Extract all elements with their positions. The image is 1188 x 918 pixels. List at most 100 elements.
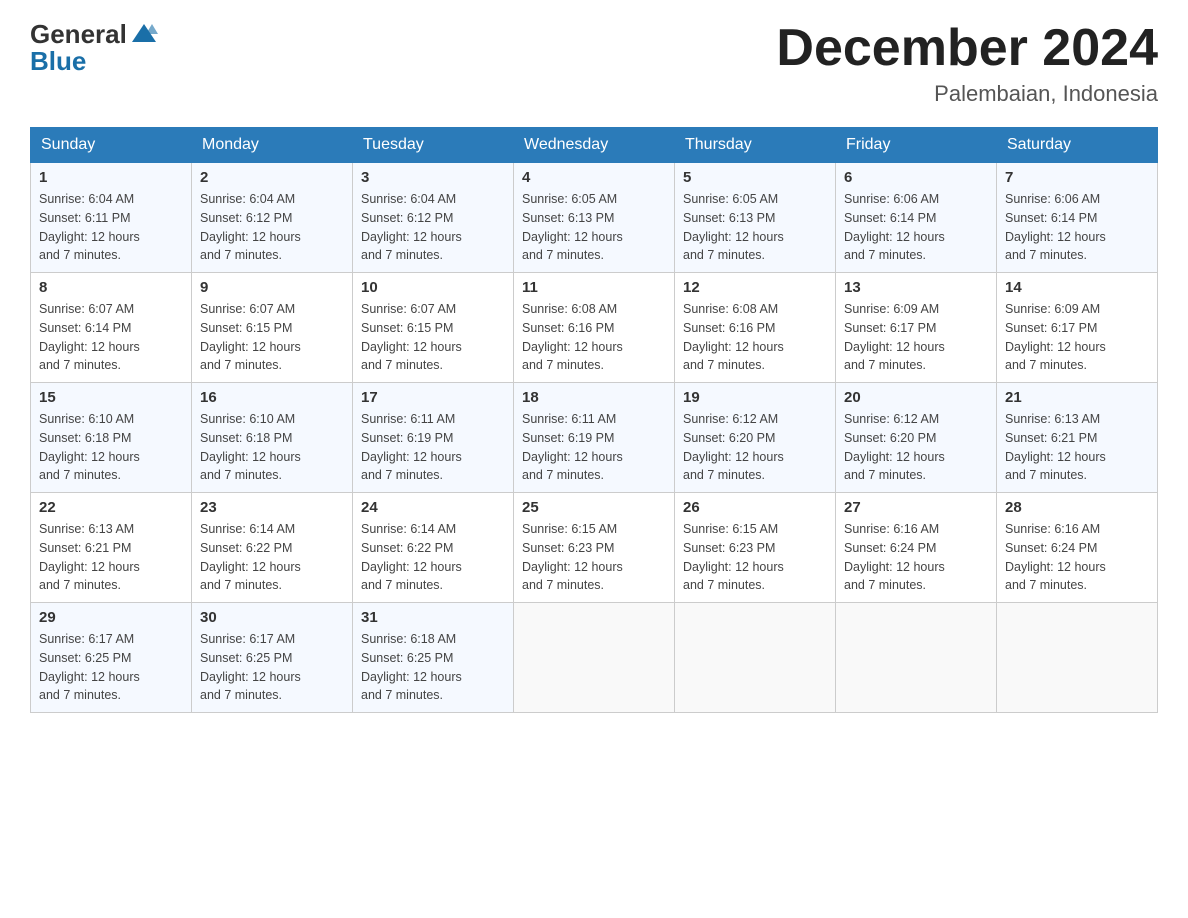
table-row: 18 Sunrise: 6:11 AMSunset: 6:19 PMDaylig… [514, 383, 675, 493]
day-info: Sunrise: 6:07 AMSunset: 6:14 PMDaylight:… [39, 302, 140, 372]
calendar-week-row: 8 Sunrise: 6:07 AMSunset: 6:14 PMDayligh… [31, 273, 1158, 383]
day-number: 14 [1005, 279, 1149, 296]
day-number: 10 [361, 279, 505, 296]
day-number: 3 [361, 169, 505, 186]
day-info: Sunrise: 6:08 AMSunset: 6:16 PMDaylight:… [683, 302, 784, 372]
day-info: Sunrise: 6:12 AMSunset: 6:20 PMDaylight:… [844, 412, 945, 482]
table-row [514, 603, 675, 713]
table-row: 23 Sunrise: 6:14 AMSunset: 6:22 PMDaylig… [192, 493, 353, 603]
day-number: 26 [683, 499, 827, 516]
page-header: General Blue December 2024 Palembaian, I… [30, 20, 1158, 107]
day-number: 15 [39, 389, 183, 406]
day-info: Sunrise: 6:04 AMSunset: 6:12 PMDaylight:… [361, 192, 462, 262]
day-info: Sunrise: 6:12 AMSunset: 6:20 PMDaylight:… [683, 412, 784, 482]
day-number: 20 [844, 389, 988, 406]
calendar-table: Sunday Monday Tuesday Wednesday Thursday… [30, 127, 1158, 713]
table-row: 25 Sunrise: 6:15 AMSunset: 6:23 PMDaylig… [514, 493, 675, 603]
day-number: 13 [844, 279, 988, 296]
day-number: 27 [844, 499, 988, 516]
day-info: Sunrise: 6:04 AMSunset: 6:12 PMDaylight:… [200, 192, 301, 262]
day-info: Sunrise: 6:11 AMSunset: 6:19 PMDaylight:… [361, 412, 462, 482]
day-number: 25 [522, 499, 666, 516]
table-row: 28 Sunrise: 6:16 AMSunset: 6:24 PMDaylig… [997, 493, 1158, 603]
table-row: 11 Sunrise: 6:08 AMSunset: 6:16 PMDaylig… [514, 273, 675, 383]
day-number: 9 [200, 279, 344, 296]
day-info: Sunrise: 6:13 AMSunset: 6:21 PMDaylight:… [1005, 412, 1106, 482]
day-info: Sunrise: 6:18 AMSunset: 6:25 PMDaylight:… [361, 632, 462, 702]
table-row: 8 Sunrise: 6:07 AMSunset: 6:14 PMDayligh… [31, 273, 192, 383]
day-number: 23 [200, 499, 344, 516]
day-info: Sunrise: 6:10 AMSunset: 6:18 PMDaylight:… [200, 412, 301, 482]
day-number: 31 [361, 609, 505, 626]
table-row: 2 Sunrise: 6:04 AMSunset: 6:12 PMDayligh… [192, 163, 353, 273]
logo-blue-text: Blue [30, 48, 86, 74]
day-info: Sunrise: 6:14 AMSunset: 6:22 PMDaylight:… [361, 522, 462, 592]
day-info: Sunrise: 6:09 AMSunset: 6:17 PMDaylight:… [1005, 302, 1106, 372]
header-sunday: Sunday [31, 128, 192, 163]
day-info: Sunrise: 6:04 AMSunset: 6:11 PMDaylight:… [39, 192, 140, 262]
day-number: 1 [39, 169, 183, 186]
day-info: Sunrise: 6:16 AMSunset: 6:24 PMDaylight:… [1005, 522, 1106, 592]
table-row: 24 Sunrise: 6:14 AMSunset: 6:22 PMDaylig… [353, 493, 514, 603]
day-number: 17 [361, 389, 505, 406]
table-row: 21 Sunrise: 6:13 AMSunset: 6:21 PMDaylig… [997, 383, 1158, 493]
day-number: 29 [39, 609, 183, 626]
day-info: Sunrise: 6:10 AMSunset: 6:18 PMDaylight:… [39, 412, 140, 482]
logo: General Blue [30, 20, 158, 74]
day-number: 22 [39, 499, 183, 516]
day-info: Sunrise: 6:06 AMSunset: 6:14 PMDaylight:… [844, 192, 945, 262]
day-number: 5 [683, 169, 827, 186]
table-row: 4 Sunrise: 6:05 AMSunset: 6:13 PMDayligh… [514, 163, 675, 273]
logo-general-text: General [30, 21, 127, 47]
table-row: 3 Sunrise: 6:04 AMSunset: 6:12 PMDayligh… [353, 163, 514, 273]
day-info: Sunrise: 6:11 AMSunset: 6:19 PMDaylight:… [522, 412, 623, 482]
day-info: Sunrise: 6:15 AMSunset: 6:23 PMDaylight:… [522, 522, 623, 592]
table-row: 15 Sunrise: 6:10 AMSunset: 6:18 PMDaylig… [31, 383, 192, 493]
table-row: 13 Sunrise: 6:09 AMSunset: 6:17 PMDaylig… [836, 273, 997, 383]
header-friday: Friday [836, 128, 997, 163]
calendar-week-row: 29 Sunrise: 6:17 AMSunset: 6:25 PMDaylig… [31, 603, 1158, 713]
table-row [836, 603, 997, 713]
table-row: 5 Sunrise: 6:05 AMSunset: 6:13 PMDayligh… [675, 163, 836, 273]
day-number: 30 [200, 609, 344, 626]
calendar-week-row: 1 Sunrise: 6:04 AMSunset: 6:11 PMDayligh… [31, 163, 1158, 273]
day-info: Sunrise: 6:17 AMSunset: 6:25 PMDaylight:… [200, 632, 301, 702]
day-number: 8 [39, 279, 183, 296]
table-row: 29 Sunrise: 6:17 AMSunset: 6:25 PMDaylig… [31, 603, 192, 713]
table-row: 9 Sunrise: 6:07 AMSunset: 6:15 PMDayligh… [192, 273, 353, 383]
day-number: 2 [200, 169, 344, 186]
table-row [675, 603, 836, 713]
table-row: 31 Sunrise: 6:18 AMSunset: 6:25 PMDaylig… [353, 603, 514, 713]
table-row: 27 Sunrise: 6:16 AMSunset: 6:24 PMDaylig… [836, 493, 997, 603]
title-block: December 2024 Palembaian, Indonesia [776, 20, 1158, 107]
header-saturday: Saturday [997, 128, 1158, 163]
day-info: Sunrise: 6:13 AMSunset: 6:21 PMDaylight:… [39, 522, 140, 592]
header-tuesday: Tuesday [353, 128, 514, 163]
day-number: 6 [844, 169, 988, 186]
day-info: Sunrise: 6:15 AMSunset: 6:23 PMDaylight:… [683, 522, 784, 592]
table-row [997, 603, 1158, 713]
day-number: 16 [200, 389, 344, 406]
calendar-week-row: 22 Sunrise: 6:13 AMSunset: 6:21 PMDaylig… [31, 493, 1158, 603]
table-row: 1 Sunrise: 6:04 AMSunset: 6:11 PMDayligh… [31, 163, 192, 273]
table-row: 30 Sunrise: 6:17 AMSunset: 6:25 PMDaylig… [192, 603, 353, 713]
calendar-subtitle: Palembaian, Indonesia [776, 81, 1158, 107]
day-info: Sunrise: 6:05 AMSunset: 6:13 PMDaylight:… [683, 192, 784, 262]
table-row: 16 Sunrise: 6:10 AMSunset: 6:18 PMDaylig… [192, 383, 353, 493]
table-row: 14 Sunrise: 6:09 AMSunset: 6:17 PMDaylig… [997, 273, 1158, 383]
day-info: Sunrise: 6:07 AMSunset: 6:15 PMDaylight:… [200, 302, 301, 372]
table-row: 20 Sunrise: 6:12 AMSunset: 6:20 PMDaylig… [836, 383, 997, 493]
day-number: 4 [522, 169, 666, 186]
day-number: 11 [522, 279, 666, 296]
day-info: Sunrise: 6:16 AMSunset: 6:24 PMDaylight:… [844, 522, 945, 592]
header-wednesday: Wednesday [514, 128, 675, 163]
day-number: 28 [1005, 499, 1149, 516]
header-monday: Monday [192, 128, 353, 163]
day-number: 18 [522, 389, 666, 406]
weekday-header-row: Sunday Monday Tuesday Wednesday Thursday… [31, 128, 1158, 163]
day-number: 7 [1005, 169, 1149, 186]
table-row: 6 Sunrise: 6:06 AMSunset: 6:14 PMDayligh… [836, 163, 997, 273]
day-info: Sunrise: 6:14 AMSunset: 6:22 PMDaylight:… [200, 522, 301, 592]
header-thursday: Thursday [675, 128, 836, 163]
day-info: Sunrise: 6:07 AMSunset: 6:15 PMDaylight:… [361, 302, 462, 372]
